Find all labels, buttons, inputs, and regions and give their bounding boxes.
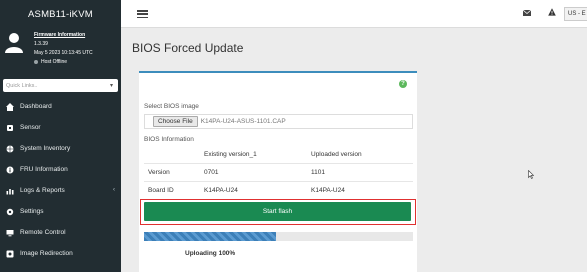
status-dot-icon xyxy=(34,59,38,64)
gear-icon xyxy=(6,208,14,216)
globe-icon xyxy=(6,145,14,153)
language-select[interactable]: US - E xyxy=(564,7,587,21)
info-icon xyxy=(6,166,14,174)
monitor-icon xyxy=(6,229,14,237)
help-icon[interactable]: ? xyxy=(399,80,407,88)
upload-progress-fill xyxy=(144,232,276,241)
menu-toggle-icon[interactable] xyxy=(137,10,148,19)
quick-links-placeholder: Quick Links.. xyxy=(6,82,38,89)
select-bios-label: Select BIOS image xyxy=(144,103,199,110)
bios-info-table: Existing version_1 Uploaded version Vers… xyxy=(144,147,413,200)
sidebar-item-fru-information[interactable]: FRU Information xyxy=(0,159,121,180)
sidebar-item-system-inventory[interactable]: System Inventory xyxy=(0,138,121,159)
sidebar-item-label: Sensor xyxy=(20,124,41,131)
table-row: Board ID K14PA-U24 K14PA-U24 xyxy=(144,181,413,200)
warning-icon[interactable] xyxy=(548,8,556,16)
quick-links-select[interactable]: Quick Links.. ▾ xyxy=(3,79,118,92)
user-avatar-icon xyxy=(5,33,23,53)
sidebar-item-sensor[interactable]: Sensor xyxy=(0,117,121,138)
upload-progress-bar xyxy=(144,232,413,241)
table-cell: K14PA-U24 xyxy=(311,181,413,200)
sidebar-item-label: Image Redirection xyxy=(20,250,73,257)
bios-file-input[interactable]: Choose File K14PA-U24-ASUS-1101.CAP xyxy=(144,114,413,129)
sidebar-item-logs-reports[interactable]: Logs & Reports ‹ xyxy=(0,180,121,201)
chevron-down-icon: ▾ xyxy=(109,83,113,89)
sidebar-item-image-redirection[interactable]: Image Redirection xyxy=(0,243,121,264)
sensor-icon xyxy=(6,124,14,132)
host-status-text: Host Offline xyxy=(41,59,68,65)
table-cell: 0701 xyxy=(204,163,311,182)
table-cell: K14PA-U24 xyxy=(204,181,311,200)
table-header xyxy=(144,147,204,164)
table-cell: Board ID xyxy=(144,181,204,200)
firmware-version: 1.3.39 xyxy=(34,41,48,47)
bios-information-label: BIOS Information xyxy=(144,136,194,143)
table-header: Uploaded version xyxy=(311,147,413,164)
dashboard-icon xyxy=(6,102,14,111)
table-cell: Version xyxy=(144,163,204,182)
table-cell: 1101 xyxy=(311,163,413,182)
firmware-date: May 5 2023 10:13:45 UTC xyxy=(34,50,93,56)
sidebar-item-dashboard[interactable]: Dashboard xyxy=(0,96,121,117)
start-flash-highlight: Start flash xyxy=(140,199,416,225)
upload-status-text: Uploading 100% xyxy=(185,250,236,257)
sidebar: ASMB11-iKVM Firmware Information 1.3.39 … xyxy=(0,0,121,272)
choose-file-button[interactable]: Choose File xyxy=(153,116,198,127)
sidebar-nav: Dashboard Sensor System Inventory FRU In… xyxy=(0,96,121,264)
sidebar-item-label: Remote Control xyxy=(20,229,66,236)
mouse-cursor-icon xyxy=(528,170,534,179)
firmware-info-link[interactable]: Firmware Information xyxy=(34,31,93,40)
user-panel: Firmware Information 1.3.39 May 5 2023 1… xyxy=(0,28,121,76)
sidebar-item-label: FRU Information xyxy=(20,166,68,173)
sidebar-item-label: Settings xyxy=(20,208,44,215)
selected-file-name: K14PA-U24-ASUS-1101.CAP xyxy=(200,118,286,125)
table-header: Existing version_1 xyxy=(204,147,311,164)
mail-icon[interactable] xyxy=(523,10,531,16)
disc-icon xyxy=(6,250,14,258)
sidebar-item-label: System Inventory xyxy=(20,145,71,152)
chevron-left-icon: ‹ xyxy=(113,187,115,193)
sidebar-item-label: Logs & Reports xyxy=(20,187,65,194)
brand-title[interactable]: ASMB11-iKVM xyxy=(0,0,121,28)
bios-update-panel: ? Select BIOS image Choose File K14PA-U2… xyxy=(139,71,417,272)
sidebar-item-label: Dashboard xyxy=(20,103,52,110)
sidebar-item-settings[interactable]: Settings xyxy=(0,201,121,222)
host-status: Host Offline xyxy=(34,58,93,67)
sidebar-item-remote-control[interactable]: Remote Control xyxy=(0,222,121,243)
page-title: BIOS Forced Update xyxy=(132,41,244,55)
firmware-info: Firmware Information 1.3.39 May 5 2023 1… xyxy=(34,31,93,67)
top-navbar: US - E xyxy=(121,0,587,28)
table-row: Version 0701 1101 xyxy=(144,163,413,182)
start-flash-button[interactable]: Start flash xyxy=(144,202,411,221)
table-header-row: Existing version_1 Uploaded version xyxy=(144,147,413,164)
chart-icon xyxy=(6,187,14,195)
